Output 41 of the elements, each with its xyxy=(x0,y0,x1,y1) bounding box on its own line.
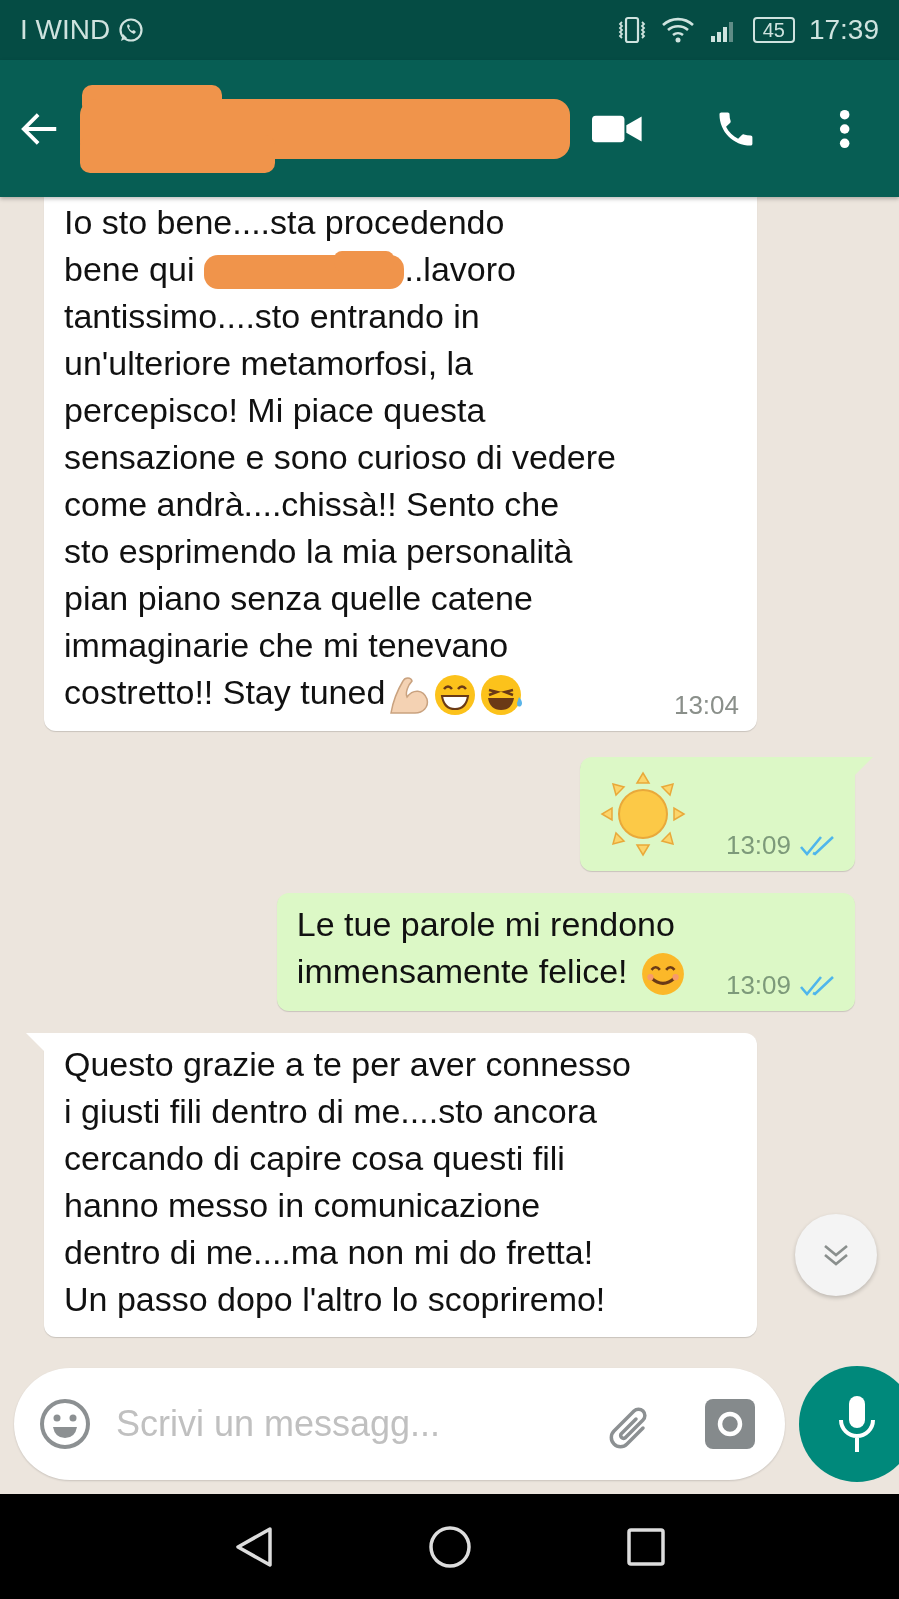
smiling-emoji-icon xyxy=(639,951,686,998)
message-text: tantissimo....sto entrando in xyxy=(64,297,480,335)
smiley-icon[interactable] xyxy=(38,1397,92,1451)
message-text: come andrà....chissà!! Sento che xyxy=(64,485,560,523)
chat-bubble-icon xyxy=(118,17,145,43)
microphone-icon xyxy=(837,1394,877,1454)
message-text: sto esprimendo la mia personalità xyxy=(64,532,573,570)
home-icon[interactable] xyxy=(427,1524,472,1569)
message-text: pian piano senza quelle catene xyxy=(64,579,533,617)
message-text: sensazione e sono curioso di vedere xyxy=(64,438,616,476)
message-time: 13:09 xyxy=(725,830,791,862)
message-text: ..lavoro xyxy=(404,250,516,288)
message-text: dentro di me....ma non mi do fretta! xyxy=(64,1233,594,1272)
battery-indicator: 45 xyxy=(752,17,795,43)
message-text: percepisco! Mi piace questa xyxy=(64,391,486,429)
double-chevron-icon xyxy=(822,1243,850,1267)
vibrate-icon xyxy=(616,16,647,44)
message-text: Questo grazie a te per aver connesso xyxy=(64,1045,631,1084)
message-text: costretto!! Stay tuned xyxy=(64,673,386,711)
clock: 17:39 xyxy=(808,14,879,46)
message-text: immensamente felice! xyxy=(296,952,628,991)
message-text: hanno messo in comunicazione xyxy=(64,1186,541,1225)
message-text: Le tue parole mi rendono xyxy=(296,905,675,944)
message-text: bene qui xyxy=(64,250,195,288)
more-options-icon[interactable] xyxy=(837,108,851,149)
message-input[interactable]: Scrivi un messagg... xyxy=(114,1402,583,1446)
message-text: un'ulteriore metamorfosi, la xyxy=(64,344,473,382)
message-text: Io sto bene....sta procedendo xyxy=(64,203,505,241)
recent-apps-icon[interactable] xyxy=(625,1526,666,1567)
camera-icon[interactable] xyxy=(705,1399,755,1449)
back-icon[interactable] xyxy=(233,1524,274,1569)
message-text: i giusti fili dentro di me....sto ancora xyxy=(64,1092,597,1131)
message-text: cercando di capire cosa questi fili xyxy=(64,1139,565,1178)
sun-emoji-icon xyxy=(599,771,686,858)
message-text: immaginarie che mi tenevano xyxy=(64,626,509,664)
message-time: 13:09 xyxy=(725,970,791,1002)
carrier-name: I WIND xyxy=(20,14,111,46)
message-time: 13:04 xyxy=(673,690,739,722)
wifi-icon xyxy=(660,16,695,44)
grinning-emoji-icon xyxy=(433,673,478,718)
message-text: Un passo dopo l'altro lo scopriremo! xyxy=(64,1280,606,1319)
